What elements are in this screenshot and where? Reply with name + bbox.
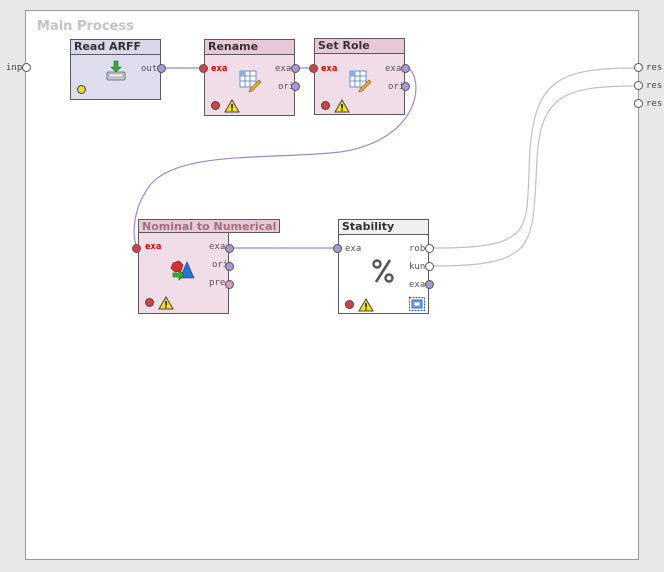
set-role-out2-port[interactable] [401,82,410,91]
operator-read-arff[interactable]: Read ARFF out [70,39,161,100]
operator-title: Rename [205,40,294,55]
operator-title: Set Role [315,39,404,54]
port-label-in: exa [145,242,162,252]
nomtonum-out1-port[interactable] [225,244,234,253]
stability-out3-port[interactable] [425,280,434,289]
output-port-2[interactable] [634,81,643,90]
subprocess-icon[interactable] [409,297,425,311]
status-indicator [145,298,154,307]
output-port-3[interactable] [634,99,643,108]
port-label-out1: exa [275,64,292,74]
port-label-in: exa [321,64,338,74]
set-role-in-port[interactable] [309,64,318,73]
stability-out2-port[interactable] [425,262,434,271]
port-label-in: exa [211,64,228,74]
percent-icon [372,259,394,283]
output-port-2-label: res [646,81,663,91]
port-label-out: out [141,64,158,74]
status-indicator [321,101,330,110]
warning-icon [358,298,374,312]
import-data-icon [106,60,126,81]
port-label-out3: pre [209,278,226,288]
operator-title: Nominal to Numerical [138,219,280,233]
set-role-out1-port[interactable] [401,64,410,73]
warning-icon [334,99,350,113]
output-port-1-label: res [646,63,663,73]
operator-title: Stability [339,220,428,235]
output-port-3-label: res [646,99,663,109]
output-port-1[interactable] [634,63,643,72]
warning-icon [158,296,174,310]
rename-in-port[interactable] [199,64,208,73]
wire-stability-rob-res1[interactable] [432,67,637,249]
stability-out1-port[interactable] [425,244,434,253]
table-edit-icon [239,70,262,93]
port-label-out2: kun [409,262,426,272]
operator-title: Read ARFF [71,40,160,55]
nomtonum-out3-port[interactable] [225,280,234,289]
rename-out1-port[interactable] [291,64,300,73]
status-indicator [211,101,220,110]
operator-nominal-to-numerical[interactable]: Nominal to Numerical exa exa ori pre [138,219,280,314]
status-indicator [77,85,86,94]
input-port[interactable] [22,63,31,72]
operator-set-role[interactable]: Set Role exa exa ori [314,38,405,115]
shapes-convert-icon [170,260,195,281]
nomtonum-in-port[interactable] [132,244,141,253]
port-label-out1: exa [385,64,402,74]
operator-rename[interactable]: Rename exa exa ori [204,39,295,116]
read-arff-out-port[interactable] [157,64,166,73]
table-edit-icon [349,70,372,93]
operator-stability[interactable]: Stability exa rob kun exa [338,219,429,314]
input-port-label: inp [6,63,23,73]
port-label-in: exa [345,244,362,254]
status-indicator [345,300,354,309]
port-label-out3: exa [409,280,426,290]
operator-body: exa exa ori pre [138,233,229,314]
wire-stability-kun-res2[interactable] [432,85,637,267]
port-label-out1: rob [409,244,426,254]
warning-icon [224,99,240,113]
rename-out2-port[interactable] [291,82,300,91]
nomtonum-out2-port[interactable] [225,262,234,271]
stability-in-port[interactable] [333,244,342,253]
port-label-out1: exa [209,242,226,252]
